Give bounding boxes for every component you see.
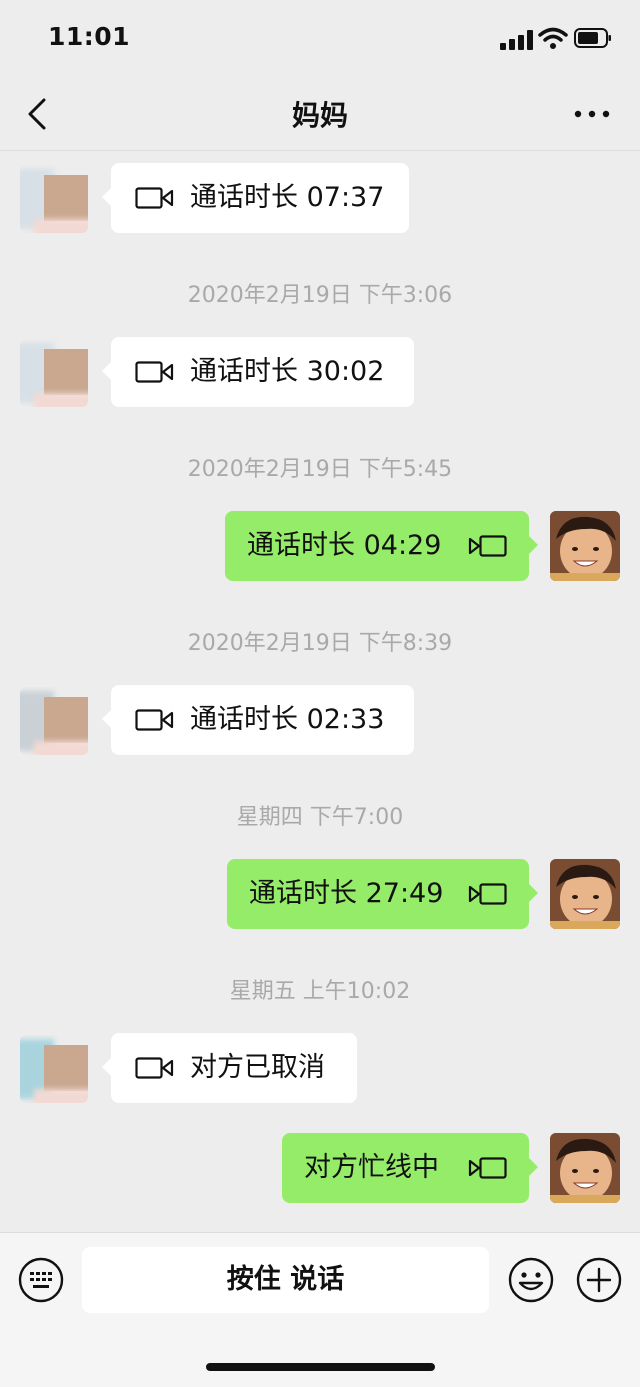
message-text: 通话时长 27:49 [249,878,444,909]
message-bubble-incoming[interactable]: 通话时长 02:33 [102,685,414,755]
home-indicator[interactable] [206,1363,435,1371]
hold-to-talk-button[interactable]: 按住 说话 [82,1247,489,1313]
timestamp: 2020年2月19日 下午8:39 [187,631,453,656]
avatar[interactable] [550,1133,620,1203]
wifi-icon [538,27,568,49]
video-call-icon [468,883,507,905]
plus-icon[interactable] [576,1257,622,1303]
avatar[interactable] [20,687,88,755]
message-bubble-outgoing[interactable]: 通话时长 04:29 [225,511,538,581]
timestamp: 2020年2月19日 下午5:45 [187,457,453,482]
timestamp: 2020年2月19日 下午3:06 [187,283,453,308]
message-bubble-incoming[interactable]: 通话时长 07:37 [102,163,409,233]
chat-title: 妈妈 [291,99,348,132]
message-bubble-incoming[interactable]: 对方已取消 [102,1033,357,1103]
message-text: 通话时长 30:02 [190,356,385,387]
video-call-icon [468,1157,507,1179]
status-bar: 11:01 [0,0,640,78]
message-text: 对方已取消 [190,1052,325,1083]
boy-avatar-image [550,511,620,581]
video-call-icon [135,187,174,209]
chat-area[interactable]: 通话时长 07:37 2020年2月19日 下午3:06 通话时长 30:02 … [0,151,640,1231]
message-bubble-incoming[interactable]: 通话时长 30:02 [102,337,414,407]
video-call-icon [135,709,174,731]
message-text: 通话时长 04:29 [247,530,442,561]
avatar[interactable] [20,165,88,233]
nav-bar: 妈妈 [0,78,640,151]
avatar[interactable] [20,339,88,407]
avatar[interactable] [550,511,620,581]
video-call-icon [135,361,174,383]
avatar[interactable] [20,1035,88,1103]
message-bubble-outgoing[interactable]: 对方忙线中 [282,1133,538,1203]
timestamp: 星期五 上午10:02 [229,979,411,1004]
avatar[interactable] [550,859,620,929]
status-time: 11:01 [48,22,131,51]
message-text: 通话时长 07:37 [190,182,385,213]
keyboard-icon[interactable] [18,1257,64,1303]
signal-icon [500,30,534,50]
message-text: 对方忙线中 [304,1152,439,1183]
message-text: 通话时长 02:33 [190,704,385,735]
battery-icon [574,28,611,48]
more-dots-icon[interactable] [570,100,614,128]
video-call-icon [135,1057,174,1079]
boy-avatar-image [550,859,620,929]
message-bubble-outgoing[interactable]: 通话时长 27:49 [227,859,538,929]
boy-avatar-image [550,1133,620,1203]
timestamp: 星期四 下午7:00 [236,805,404,830]
video-call-icon [468,535,507,557]
emoji-icon[interactable] [508,1257,554,1303]
input-bar: 按住 说话 [0,1232,640,1387]
